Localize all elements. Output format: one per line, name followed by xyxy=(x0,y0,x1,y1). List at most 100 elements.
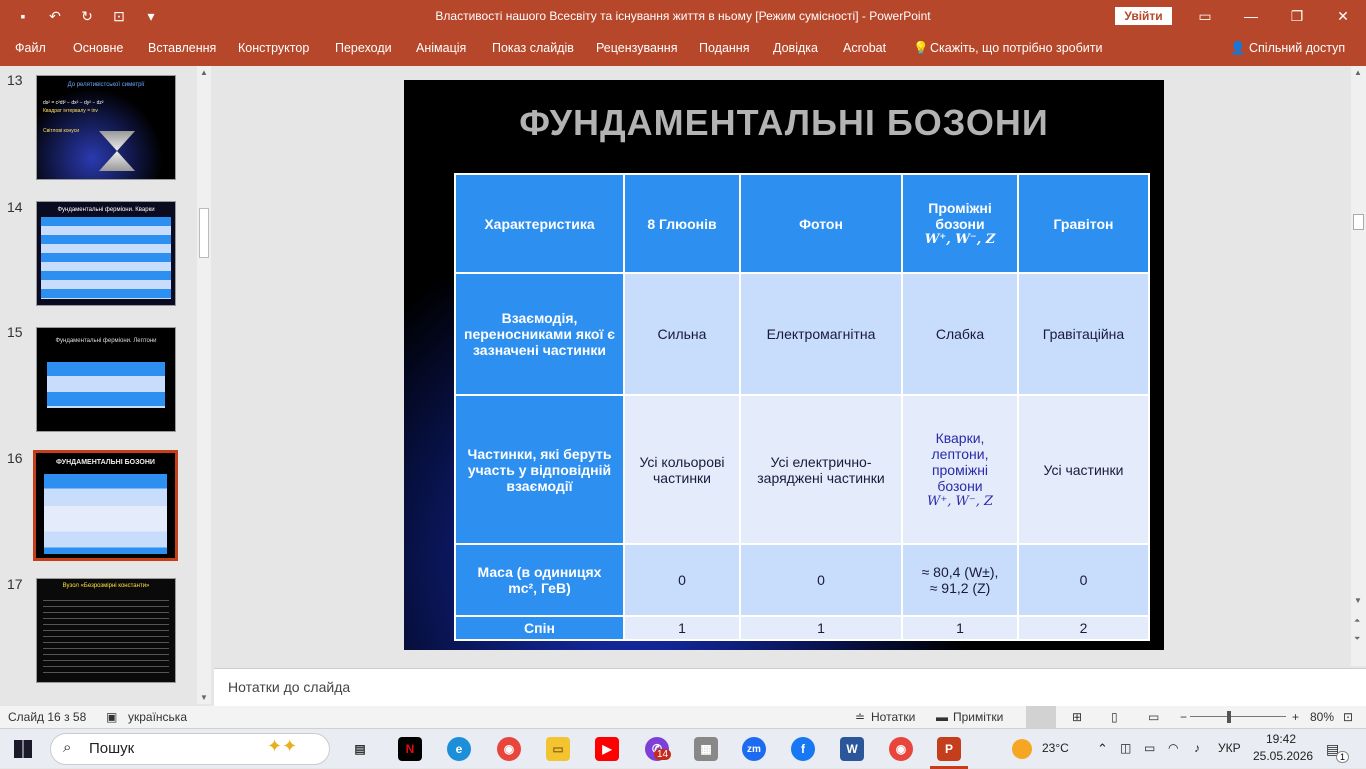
facebook-icon[interactable]: f xyxy=(791,737,815,761)
notes-button[interactable]: Нотатки xyxy=(871,710,915,724)
notes-icon[interactable]: ≐ xyxy=(855,710,865,724)
weather-sun-icon[interactable] xyxy=(1012,739,1032,759)
scroll-down-icon[interactable]: ▼ xyxy=(200,693,208,702)
input-language[interactable]: УКР xyxy=(1218,741,1241,755)
tab-design[interactable]: Конструктор xyxy=(238,41,309,55)
table-header-cell: Фотон xyxy=(739,173,903,274)
signin-button[interactable]: Увійти xyxy=(1115,7,1172,25)
slideshow-icon[interactable]: ▭ xyxy=(1148,710,1159,724)
scroll-up-icon[interactable]: ▲ xyxy=(200,68,208,77)
slide-thumbnail-active[interactable]: ФУНДАМЕНТАЛЬНІ БОЗОНИ xyxy=(33,450,178,561)
volume-icon[interactable]: ♪ xyxy=(1194,741,1200,755)
tab-transitions[interactable]: Переходи xyxy=(335,41,392,55)
tray-chevron-icon[interactable]: ⌃ xyxy=(1097,741,1108,757)
weather-temp[interactable]: 23°C xyxy=(1042,741,1069,755)
scroll-up-icon[interactable]: ▲ xyxy=(1354,68,1362,77)
slide-thumbnail[interactable]: Фундаментальні ферміони. Лептони xyxy=(36,327,176,432)
present-icon[interactable]: ⊡ xyxy=(110,7,128,25)
tab-animations[interactable]: Анімація xyxy=(416,41,466,55)
thumbnail-scrollbar[interactable]: ▲ ▼ xyxy=(197,66,211,704)
slide-thumbnail[interactable]: Вузол «Безрозмірні константи» xyxy=(36,578,176,683)
table-header-cell: Гравітон xyxy=(1017,173,1150,274)
youtube-icon[interactable]: ▶ xyxy=(595,737,619,761)
tab-review[interactable]: Рецензування xyxy=(596,41,677,55)
zoom-level[interactable]: 80% xyxy=(1310,710,1334,724)
tab-acrobat[interactable]: Acrobat xyxy=(843,41,886,55)
thumbnail-table xyxy=(41,217,171,299)
copilot-sparkle-icon[interactable]: ✦✦ xyxy=(267,736,297,757)
slide-title[interactable]: ФУНДАМЕНТАЛЬНІ БОЗОНИ xyxy=(404,102,1164,144)
next-slide-icon[interactable]: ⏷ xyxy=(1354,634,1360,644)
file-explorer-icon[interactable]: ▭ xyxy=(546,737,570,761)
current-slide[interactable]: ФУНДАМЕНТАЛЬНІ БОЗОНИ Характеристика 8 Г… xyxy=(404,80,1164,650)
fit-slide-icon[interactable]: ⊡ xyxy=(1343,710,1353,724)
thumbnail-text: ds² = c²dt² − dx² − dy² − dz² xyxy=(43,100,104,106)
slide-thumbnail[interactable]: До релятивістської симетрії ds² = c²dt² … xyxy=(36,75,176,180)
scrollbar-thumb[interactable] xyxy=(199,208,209,258)
slide-sorter-icon[interactable]: ⊞ xyxy=(1072,710,1082,724)
windows-start-icon[interactable] xyxy=(14,740,32,758)
clock-date[interactable]: 25.05.2026 xyxy=(1253,749,1313,763)
zoom-app-icon[interactable]: zm xyxy=(742,737,766,761)
editor-scrollbar[interactable]: ▲ ▼ ⏶ ⏷ xyxy=(1351,66,1366,666)
spellcheck-icon[interactable]: ▣ xyxy=(106,710,117,724)
zoom-in-icon[interactable]: + xyxy=(1292,710,1299,724)
row-label-text: Маса (в одиницях xyxy=(477,564,602,580)
wifi-icon[interactable]: ◠ xyxy=(1168,741,1178,755)
powerpoint-icon[interactable]: P xyxy=(937,737,961,761)
comments-icon[interactable]: ▬ xyxy=(936,710,948,724)
minimize-button[interactable]: — xyxy=(1228,0,1274,32)
scrollbar-thumb[interactable] xyxy=(1353,214,1364,230)
battery-icon[interactable]: ▭ xyxy=(1144,741,1155,755)
customize-qat-icon[interactable]: ▾ xyxy=(142,7,160,25)
close-button[interactable]: ✕ xyxy=(1320,0,1366,32)
zoom-out-icon[interactable]: − xyxy=(1180,710,1187,724)
chrome-profile-icon[interactable]: ◉ xyxy=(889,737,913,761)
scroll-down-icon[interactable]: ▼ xyxy=(1354,596,1362,605)
search-placeholder: Пошук xyxy=(89,740,135,757)
tab-insert[interactable]: Вставлення xyxy=(148,41,216,55)
zoom-slider-thumb[interactable] xyxy=(1227,711,1231,723)
redo-icon[interactable]: ↻ xyxy=(78,7,96,25)
calculator-icon[interactable]: ▦ xyxy=(694,737,718,761)
language-indicator[interactable]: українська xyxy=(128,710,187,724)
slide-number: 15 xyxy=(7,324,23,340)
netflix-icon[interactable]: N xyxy=(398,737,422,761)
undo-icon[interactable]: ↶ xyxy=(46,7,64,25)
thumbnail-title: Вузол «Безрозмірні константи» xyxy=(62,583,150,589)
reading-view-icon[interactable]: ▯ xyxy=(1111,710,1118,724)
slide-thumbnail[interactable]: Фундаментальні ферміони. Кварки xyxy=(36,201,176,306)
chrome-icon[interactable]: ◉ xyxy=(497,737,521,761)
tray-meet-icon[interactable]: ◫ xyxy=(1120,741,1131,755)
edge-icon[interactable]: e xyxy=(447,737,471,761)
comments-button[interactable]: Примітки xyxy=(953,710,1003,724)
normal-view-icon[interactable] xyxy=(1026,706,1056,728)
save-icon[interactable]: ▪ xyxy=(14,7,32,25)
tell-me-search[interactable]: Скажіть, що потрібно зробити xyxy=(930,41,1103,55)
table-cell: Кварки, лептони, проміжні бозони W⁺, W⁻,… xyxy=(901,394,1019,545)
clock-time[interactable]: 19:42 xyxy=(1266,732,1296,746)
maximize-button[interactable]: ❐ xyxy=(1274,0,1320,32)
table-cell: Сильна xyxy=(623,272,741,396)
taskbar-search-box[interactable]: ⌕ Пошук ✦✦ xyxy=(50,733,330,765)
tab-view[interactable]: Подання xyxy=(699,41,749,55)
slide-number: 17 xyxy=(7,576,23,592)
cell-text: ≈ 91,2 (Z) xyxy=(929,580,991,596)
bosons-table[interactable]: Характеристика 8 Глюонів Фотон Проміжні … xyxy=(454,173,1150,641)
tab-slideshow[interactable]: Показ слайдів xyxy=(492,41,574,55)
word-icon[interactable]: W xyxy=(840,737,864,761)
tab-home[interactable]: Основне xyxy=(73,41,123,55)
lightbulb-icon[interactable]: 💡 xyxy=(913,41,929,56)
share-button[interactable]: Спільний доступ xyxy=(1249,41,1345,55)
slide-number: 16 xyxy=(7,450,23,466)
ribbon-display-icon[interactable]: ▭ xyxy=(1182,0,1228,32)
tab-file[interactable]: Файл xyxy=(15,41,46,55)
task-view-icon[interactable]: ▤ xyxy=(348,737,372,761)
table-header-cell: Характеристика xyxy=(454,173,625,274)
share-icon[interactable]: 👤 xyxy=(1230,41,1246,56)
tab-help[interactable]: Довідка xyxy=(773,41,818,55)
prev-slide-icon[interactable]: ⏶ xyxy=(1354,616,1360,626)
notes-placeholder[interactable]: Нотатки до слайда xyxy=(228,679,350,695)
notes-pane[interactable]: Нотатки до слайда xyxy=(214,668,1366,706)
zoom-slider[interactable] xyxy=(1190,716,1286,717)
